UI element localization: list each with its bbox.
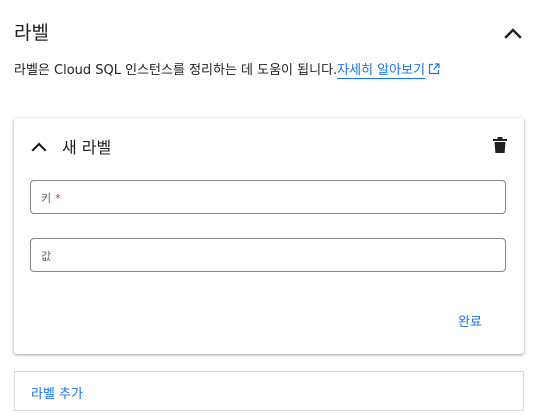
- key-field[interactable]: 키 *: [30, 180, 506, 214]
- value-input[interactable]: [31, 239, 505, 271]
- add-label-text: 라벨 추가: [31, 387, 83, 402]
- new-label-card: 새 라벨 키 * 값 완료: [14, 118, 524, 354]
- chevron-up-icon[interactable]: [502, 24, 524, 42]
- key-input[interactable]: [31, 181, 505, 213]
- labels-panel: 라벨 라벨은 Cloud SQL 인스턴스를 정리하는 데 도움이 됩니다.자세…: [0, 0, 554, 420]
- value-field[interactable]: 값: [30, 238, 506, 272]
- section-title: 라벨: [14, 22, 49, 44]
- done-button[interactable]: 완료: [458, 311, 482, 330]
- learn-more-link[interactable]: 자세히 알아보기: [337, 63, 426, 79]
- section-description: 라벨은 Cloud SQL 인스턴스를 정리하는 데 도움이 됩니다.자세히 알…: [14, 59, 440, 79]
- trash-icon[interactable]: [492, 136, 508, 154]
- chevron-up-icon[interactable]: [30, 139, 48, 153]
- description-text: 라벨은 Cloud SQL 인스턴스를 정리하는 데 도움이 됩니다.: [14, 63, 338, 78]
- add-label-button[interactable]: 라벨 추가: [14, 371, 524, 411]
- external-link-icon[interactable]: [428, 63, 440, 75]
- card-title: 새 라벨: [62, 138, 112, 157]
